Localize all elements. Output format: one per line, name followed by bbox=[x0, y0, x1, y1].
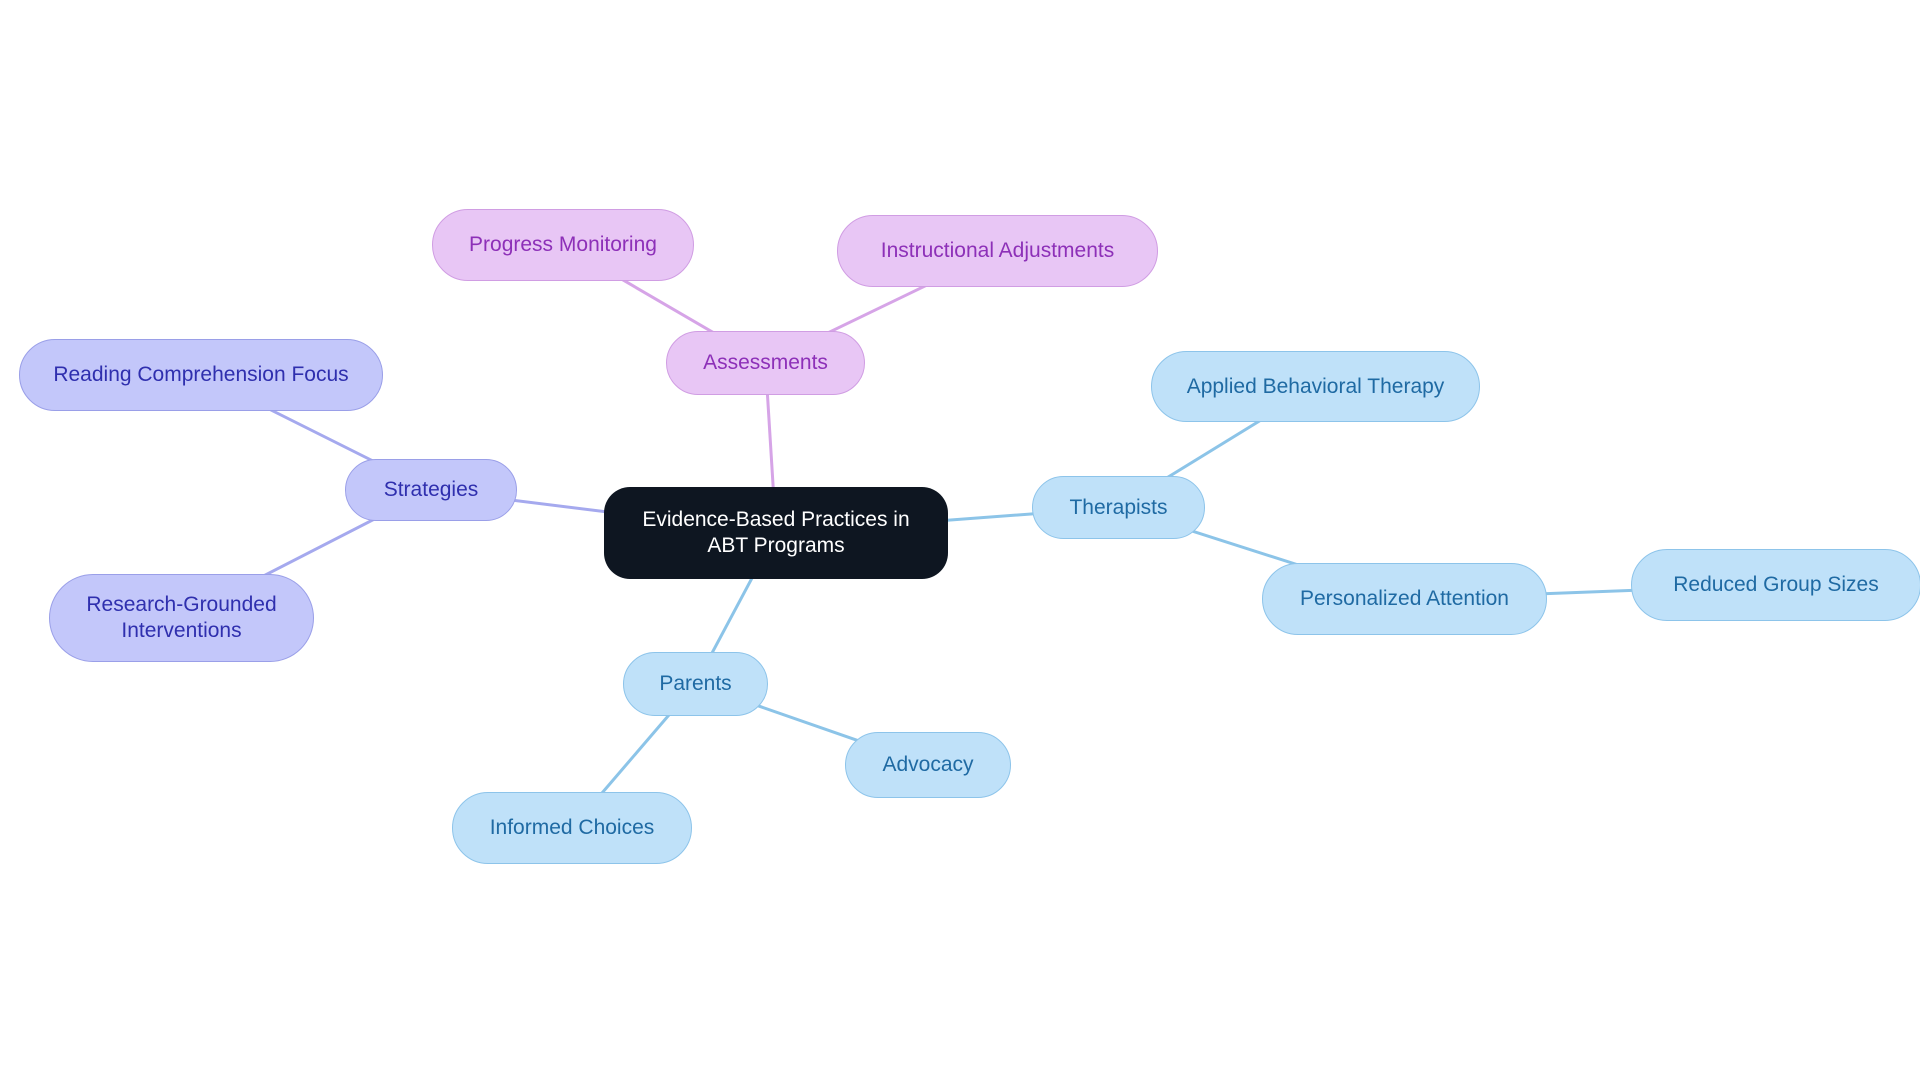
mindmap-node-assessments[interactable]: Assessments bbox=[666, 331, 865, 395]
mindmap-node-strategies[interactable]: Strategies bbox=[345, 459, 517, 521]
mindmap-node-parents[interactable]: Parents bbox=[623, 652, 768, 716]
mindmap-node-label-therapists: Therapists bbox=[1069, 495, 1168, 519]
mindmap-node-label-reduced-group-sizes: Reduced Group Sizes bbox=[1673, 573, 1879, 597]
mindmap-node-informed-choices[interactable]: Informed Choices bbox=[452, 792, 692, 864]
mindmap-node-label-instructional-adjustments: Instructional Adjustments bbox=[880, 239, 1115, 263]
mindmap-node-label-root: Evidence-Based Practices in ABT Programs bbox=[642, 508, 910, 557]
mindmap-node-label-applied-behavioral-therapy: Applied Behavioral Therapy bbox=[1186, 374, 1445, 398]
mindmap-node-applied-behavioral-therapy[interactable]: Applied Behavioral Therapy bbox=[1151, 351, 1480, 422]
mindmap-node-reading-comprehension-focus[interactable]: Reading Comprehension Focus bbox=[19, 339, 383, 411]
mindmap-node-label-reading-comprehension-focus: Reading Comprehension Focus bbox=[53, 363, 349, 387]
mindmap-node-label-progress-monitoring: Progress Monitoring bbox=[469, 233, 657, 257]
mindmap-canvas: Evidence-Based Practices in ABT Programs… bbox=[0, 0, 1920, 1083]
mindmap-node-therapists[interactable]: Therapists bbox=[1032, 476, 1205, 539]
mindmap-node-research-grounded-interventions[interactable]: Research-Grounded Interventions bbox=[49, 574, 314, 662]
mindmap-node-label-advocacy: Advocacy bbox=[882, 753, 974, 777]
mindmap-node-root[interactable]: Evidence-Based Practices in ABT Programs bbox=[604, 487, 948, 579]
mindmap-node-label-assessments: Assessments bbox=[703, 351, 828, 375]
mindmap-node-label-parents: Parents bbox=[659, 672, 732, 696]
mindmap-node-advocacy[interactable]: Advocacy bbox=[845, 732, 1011, 798]
edge-layer bbox=[180, 243, 1778, 830]
mindmap-node-reduced-group-sizes[interactable]: Reduced Group Sizes bbox=[1631, 549, 1920, 621]
mindmap-node-personalized-attention[interactable]: Personalized Attention bbox=[1262, 563, 1547, 635]
mindmap-node-label-strategies: Strategies bbox=[383, 478, 479, 502]
mindmap-node-progress-monitoring[interactable]: Progress Monitoring bbox=[432, 209, 694, 281]
mindmap-node-label-informed-choices: Informed Choices bbox=[489, 816, 655, 840]
mindmap-node-instructional-adjustments[interactable]: Instructional Adjustments bbox=[837, 215, 1158, 287]
mindmap-node-label-research-grounded-interventions: Research-Grounded Interventions bbox=[86, 593, 277, 642]
mindmap-node-label-personalized-attention: Personalized Attention bbox=[1300, 587, 1509, 611]
